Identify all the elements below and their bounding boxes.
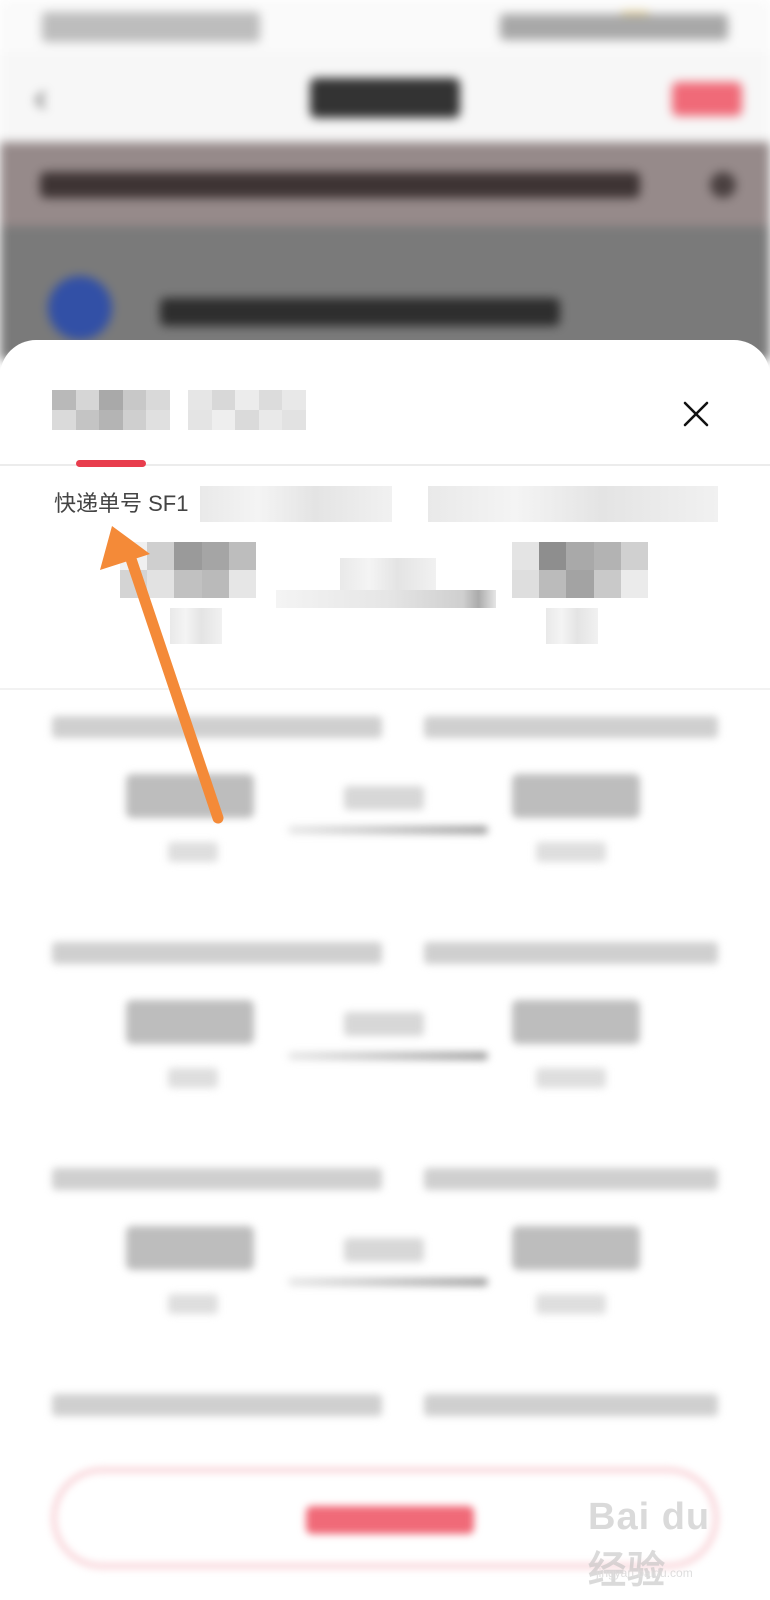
list-item[interactable] [0,1142,770,1368]
destination-sub-redacted [546,608,598,644]
order-list-blurred [0,690,770,1510]
tab-bar [0,340,770,467]
background-row-text [160,298,560,326]
tab-second-label-mosaic [188,390,306,430]
status-bar-right [500,14,728,40]
list-item[interactable] [0,690,770,916]
notice-close-icon[interactable] [710,172,736,198]
destination-city-redacted [512,542,648,598]
tab-first[interactable] [52,390,170,430]
close-icon [683,401,709,427]
close-button[interactable] [672,390,720,438]
tab-second[interactable] [188,390,306,430]
order-date-redacted [428,486,718,522]
notice-bar [0,142,770,226]
page-title [310,78,460,118]
avatar [48,276,112,340]
back-icon[interactable]: ‹ [34,76,58,120]
nav-bar: ‹ [0,52,770,142]
route-line [276,590,496,608]
origin-city-redacted [120,542,256,598]
watermark-logo: Bai du 经验 jingyan.baidu.com [588,1496,758,1592]
notice-text [40,172,640,198]
tab-first-label-mosaic [52,390,170,430]
tracking-number-redacted [200,486,392,522]
nav-action-button[interactable] [672,82,742,116]
watermark-url: jingyan.baidu.com [596,1566,693,1580]
status-bar [0,0,770,52]
bottom-sheet: 快递单号 SF1 [0,340,770,1600]
bottom-action-label [306,1506,474,1534]
status-bar-left [42,12,260,42]
list-item[interactable] [0,916,770,1142]
order-card[interactable]: 快递单号 SF1 [0,466,770,690]
background-app: ‹ [0,0,770,360]
origin-sub-redacted [170,608,222,644]
tracking-number: 快递单号 SF1 [54,491,189,516]
